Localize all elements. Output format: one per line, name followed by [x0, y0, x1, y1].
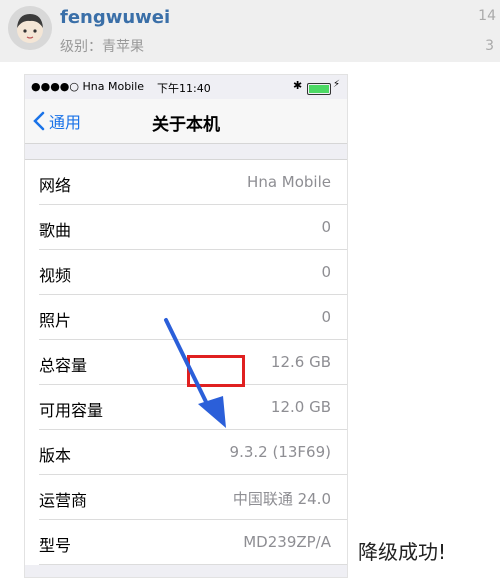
- row-carrier[interactable]: 运营商 中国联通 24.0: [39, 475, 347, 520]
- row-songs: 歌曲 0: [39, 205, 347, 250]
- avatar[interactable]: [8, 6, 52, 50]
- row-label: 运营商: [39, 491, 88, 510]
- row-network[interactable]: 网络 Hna Mobile: [39, 160, 347, 205]
- username[interactable]: fengwuwei: [60, 7, 170, 28]
- status-bar: ●●●●○ Hna Mobile 下午11:40 ✱ ⚡: [25, 75, 347, 99]
- row-photos: 照片 0: [39, 295, 347, 340]
- row-label: 视频: [39, 266, 72, 285]
- caption-text: 降级成功!: [358, 540, 447, 564]
- post-stat-bottom: 3: [485, 38, 494, 54]
- row-label: 歌曲: [39, 221, 72, 240]
- row-value: 12.0 GB: [270, 398, 331, 416]
- phone-screenshot: ●●●●○ Hna Mobile 下午11:40 ✱ ⚡ 通用 关于本机 网络 …: [24, 74, 348, 578]
- user-avatar-icon: [8, 6, 52, 50]
- about-list: 网络 Hna Mobile 歌曲 0 视频 0 照片 0 总容量 12.6 GB…: [25, 159, 347, 565]
- nav-bar: 通用 关于本机: [25, 99, 347, 144]
- row-label: 版本: [39, 446, 72, 465]
- row-model: 型号 MD239ZP/A: [39, 520, 347, 565]
- row-available: 可用容量 12.0 GB: [39, 385, 347, 430]
- row-value: Hna Mobile: [247, 173, 331, 191]
- post-stat-top: 14: [478, 8, 496, 24]
- user-level: 级别：青苹果: [60, 39, 144, 55]
- row-label: 可用容量: [39, 401, 104, 420]
- row-value: 0: [321, 218, 331, 236]
- row-value: 0: [321, 308, 331, 326]
- version-highlight-box: [187, 355, 245, 387]
- charging-icon: ⚡: [333, 79, 341, 90]
- bluetooth-icon: ✱: [293, 79, 303, 92]
- row-value: MD239ZP/A: [243, 533, 331, 551]
- row-version: 版本 9.3.2 (13F69): [39, 430, 347, 475]
- row-label: 型号: [39, 536, 72, 555]
- row-label: 总容量: [39, 356, 88, 375]
- page-title: 关于本机: [152, 115, 220, 135]
- battery-icon: [307, 83, 331, 95]
- post-header: fengwuwei 级别：青苹果 14 3: [0, 0, 500, 62]
- row-videos: 视频 0: [39, 250, 347, 295]
- row-label: 照片: [39, 311, 72, 330]
- row-value: 12.6 GB: [270, 353, 331, 371]
- row-label: 网络: [39, 176, 72, 195]
- row-value: 0: [321, 263, 331, 281]
- row-value: 9.3.2 (13F69): [229, 443, 331, 461]
- status-time: 下午11:40: [157, 82, 211, 95]
- carrier-signal: ●●●●○ Hna Mobile: [31, 80, 145, 93]
- row-value: 中国联通 24.0: [232, 490, 331, 508]
